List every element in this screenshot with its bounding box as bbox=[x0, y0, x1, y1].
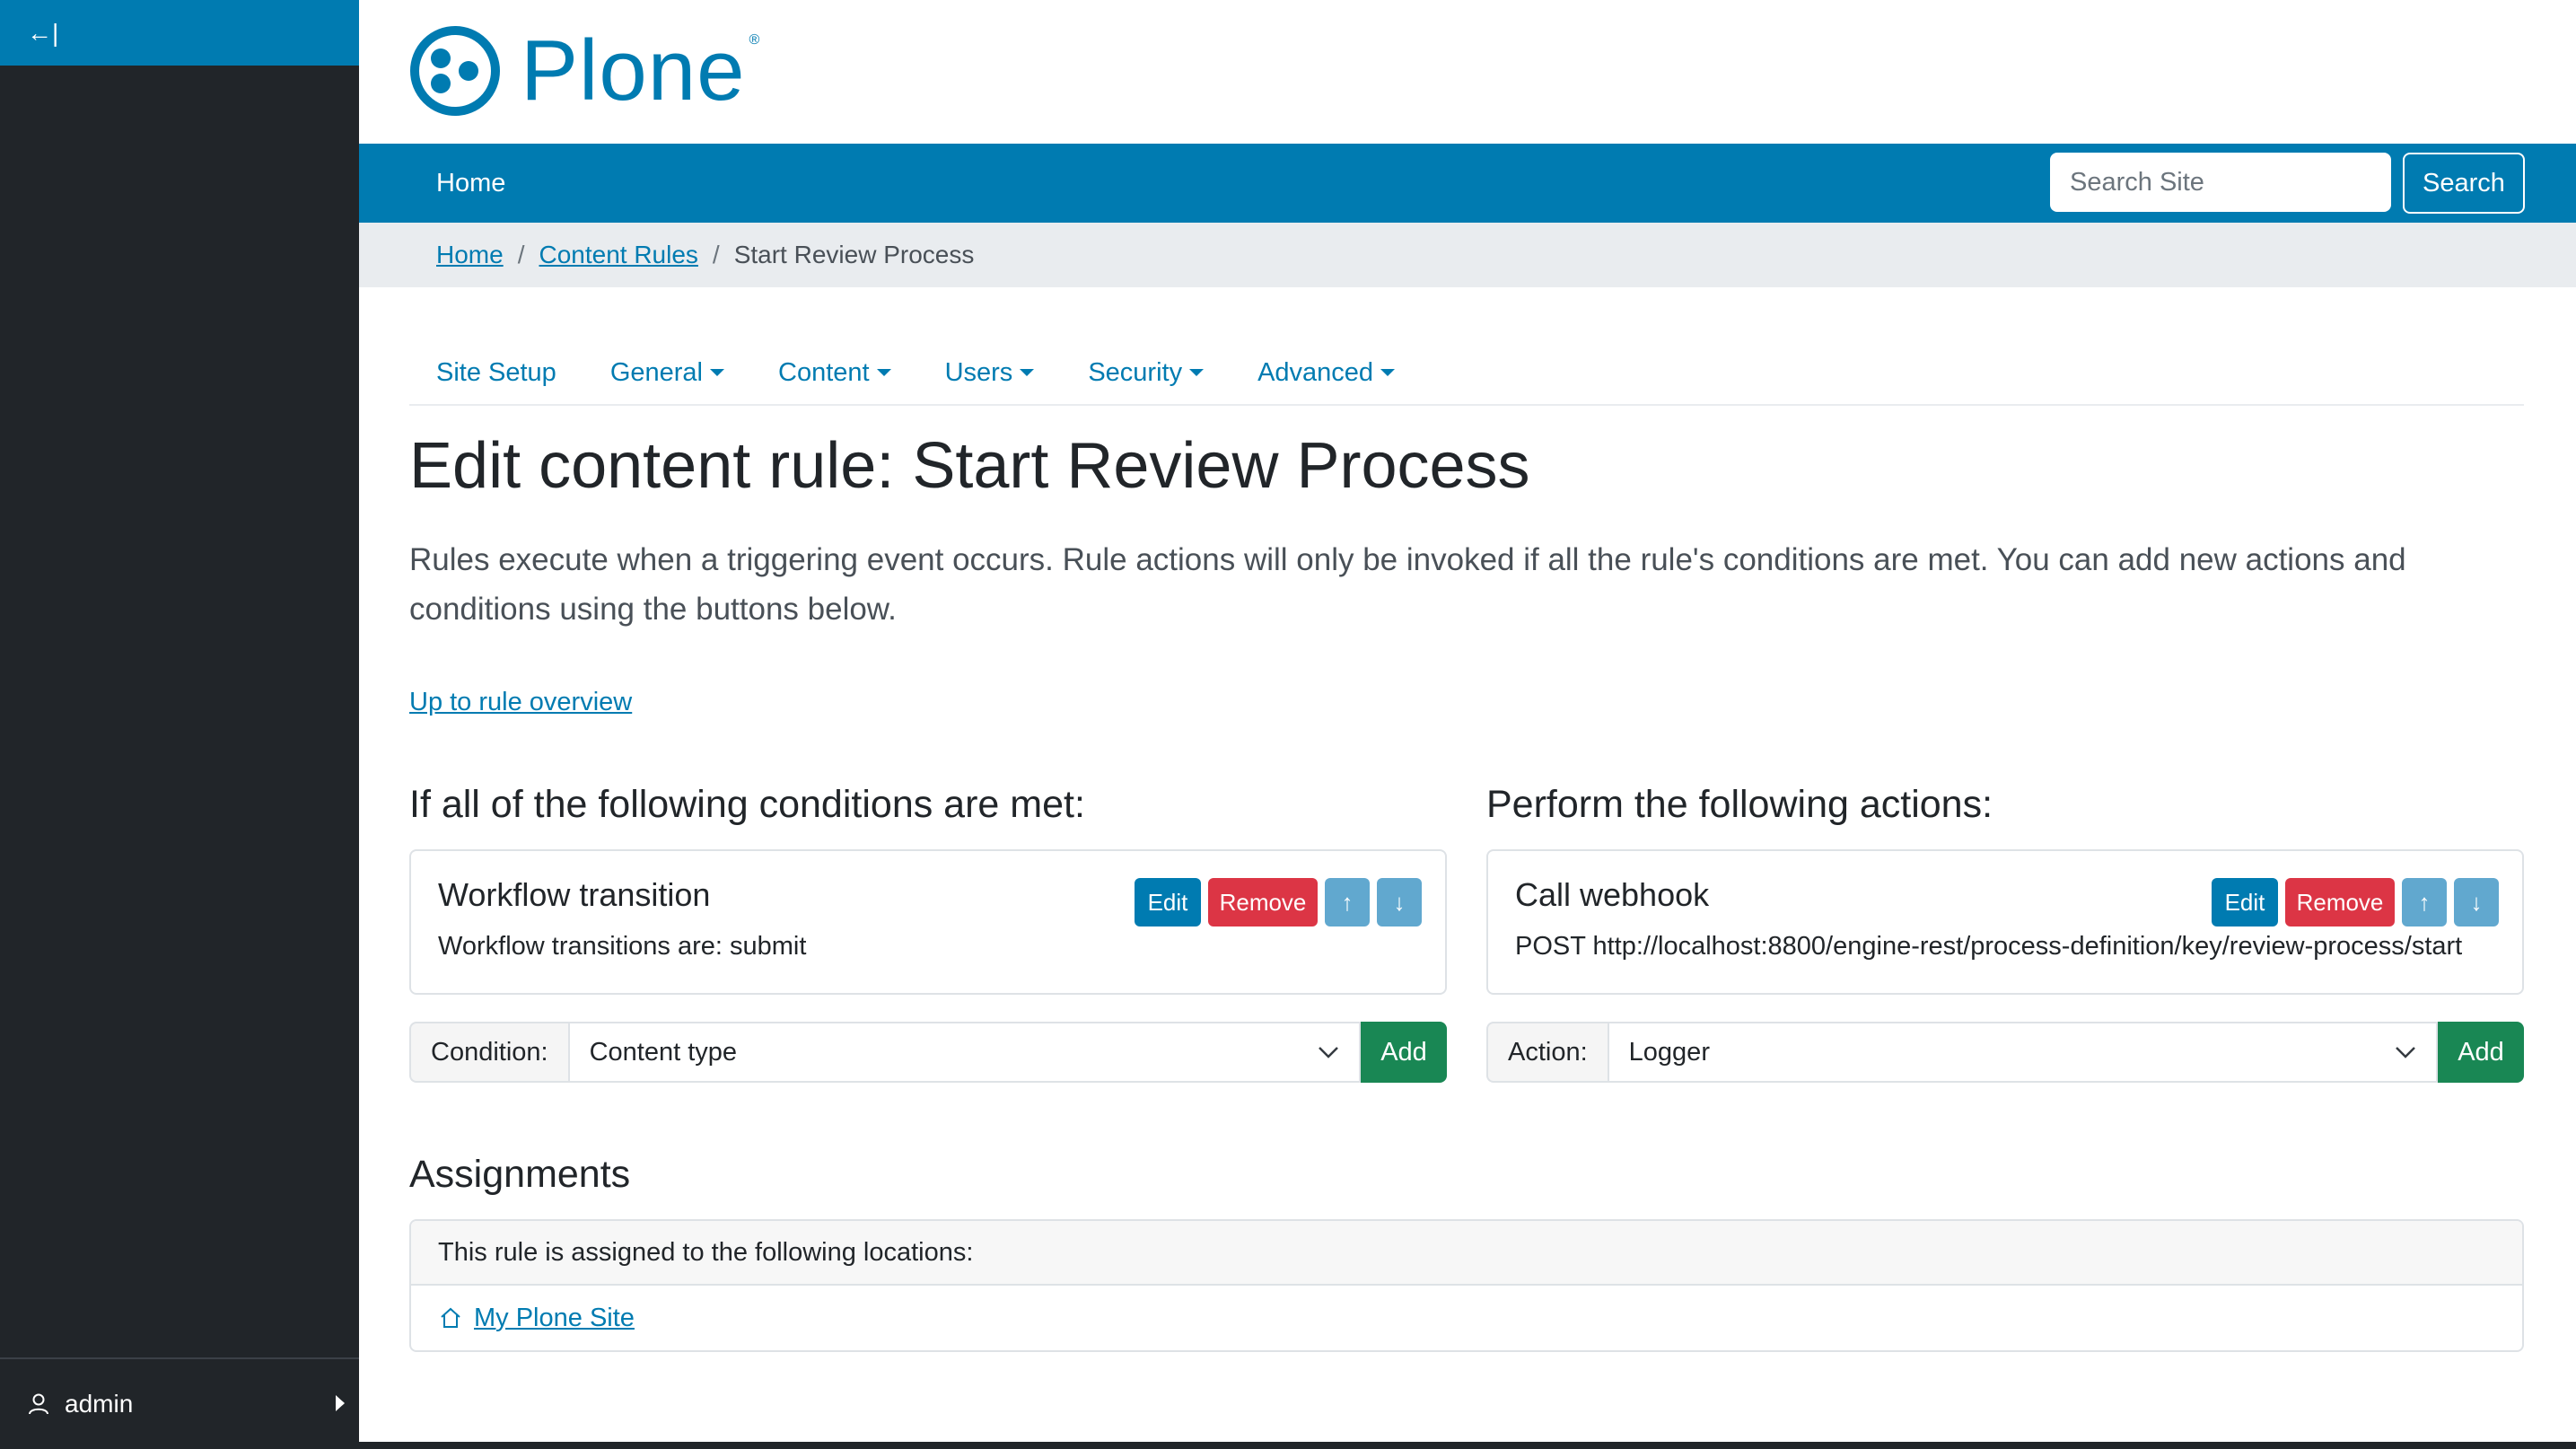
chevron-down-icon bbox=[2396, 1047, 2415, 1058]
breadcrumb-separator: / bbox=[517, 241, 525, 268]
search-button[interactable]: Search bbox=[2403, 153, 2525, 214]
action-edit-button[interactable]: Edit bbox=[2212, 878, 2278, 926]
assignment-location-link[interactable]: My Plone Site bbox=[474, 1304, 635, 1333]
logo-wordmark: Plone bbox=[521, 22, 746, 119]
condition-type-select[interactable]: Content type bbox=[567, 1022, 1361, 1083]
action-type-select[interactable]: Logger bbox=[1607, 1022, 2438, 1083]
conditions-heading: If all of the following conditions are m… bbox=[409, 783, 1085, 826]
page-description: Rules execute when a triggering event oc… bbox=[409, 542, 2406, 627]
action-card: Call webhook POST http://localhost:8800/… bbox=[1486, 849, 2524, 995]
setup-nav-label: General bbox=[609, 357, 703, 387]
caret-right-icon bbox=[336, 1395, 345, 1411]
caret-down-icon bbox=[1020, 369, 1035, 376]
plone-logo-icon bbox=[410, 26, 500, 116]
assignments-heading: Assignments bbox=[409, 1153, 631, 1196]
setup-nav-label: Security bbox=[1088, 357, 1183, 387]
setup-nav-label: Users bbox=[944, 357, 1013, 387]
user-name: admin bbox=[65, 1390, 134, 1418]
assignments-intro: This rule is assigned to the following l… bbox=[411, 1221, 2522, 1286]
action-remove-button[interactable]: Remove bbox=[2285, 878, 2395, 926]
condition-move-up-button[interactable]: ↑ bbox=[1325, 878, 1370, 926]
toolbar-user-menu[interactable]: admin bbox=[0, 1357, 359, 1449]
search-input[interactable] bbox=[2050, 153, 2391, 212]
setup-nav-advanced[interactable]: Advanced bbox=[1231, 358, 1422, 388]
site-logo[interactable]: Plone ® bbox=[409, 25, 759, 117]
condition-card: Workflow transition Workflow transitions… bbox=[409, 849, 1447, 995]
setup-nav-label: Site Setup bbox=[436, 357, 556, 387]
page-title: Edit content rule: Start Review Process bbox=[409, 430, 1530, 502]
assignments-card: This rule is assigned to the following l… bbox=[409, 1219, 2524, 1352]
toolbar-collapse-icon[interactable]: ←| bbox=[27, 20, 58, 46]
setup-nav-content[interactable]: Content bbox=[751, 358, 918, 388]
caret-down-icon bbox=[710, 369, 724, 376]
action-title: Call webhook bbox=[1515, 876, 1710, 913]
add-condition-button[interactable]: Add bbox=[1361, 1022, 1447, 1083]
condition-summary: Workflow transitions are: submit bbox=[438, 932, 807, 961]
bottom-divider bbox=[359, 1442, 2576, 1449]
user-icon bbox=[27, 1392, 50, 1416]
site-setup-nav: Site Setup General Content Users Securit… bbox=[409, 341, 2524, 406]
up-to-rule-overview-link[interactable]: Up to rule overview bbox=[409, 688, 632, 717]
caret-down-icon bbox=[1380, 369, 1396, 376]
logo-registered-mark: ® bbox=[749, 32, 760, 48]
add-action-button[interactable]: Add bbox=[2438, 1022, 2524, 1083]
condition-remove-button[interactable]: Remove bbox=[1208, 878, 1318, 926]
setup-nav-label: Advanced bbox=[1257, 357, 1374, 387]
condition-select-value: Content type bbox=[589, 1037, 738, 1067]
setup-nav-general[interactable]: General bbox=[583, 358, 751, 388]
setup-nav-security[interactable]: Security bbox=[1061, 358, 1231, 388]
action-move-up-button[interactable]: ↑ bbox=[2402, 878, 2447, 926]
caret-down-icon bbox=[1189, 369, 1205, 376]
caret-down-icon bbox=[876, 369, 891, 376]
setup-nav-label: Content bbox=[778, 357, 870, 387]
add-condition-form: Condition: Content type Add bbox=[409, 1022, 1447, 1083]
nav-home-link[interactable]: Home bbox=[436, 144, 505, 223]
action-select-value: Logger bbox=[1628, 1037, 1710, 1067]
condition-select-label: Condition: bbox=[409, 1022, 568, 1083]
plone-toolbar: ←| admin bbox=[0, 0, 359, 1449]
breadcrumb: Home / Content Rules / Start Review Proc… bbox=[359, 223, 2576, 287]
condition-title: Workflow transition bbox=[438, 876, 711, 913]
actions-heading: Perform the following actions: bbox=[1486, 783, 1993, 826]
condition-edit-button[interactable]: Edit bbox=[1135, 878, 1201, 926]
breadcrumb-content-rules[interactable]: Content Rules bbox=[539, 241, 697, 269]
assignment-location: My Plone Site bbox=[411, 1286, 2522, 1350]
action-move-down-button[interactable]: ↓ bbox=[2454, 878, 2499, 926]
breadcrumb-current: Start Review Process bbox=[733, 241, 975, 268]
global-navigation: Home Search bbox=[359, 144, 2576, 223]
main-area: Plone ® Home Search Home / Content Rules… bbox=[359, 0, 2576, 1449]
add-action-form: Action: Logger Add bbox=[1486, 1022, 2524, 1083]
action-summary: POST http://localhost:8800/engine-rest/p… bbox=[1515, 932, 2463, 961]
breadcrumb-home[interactable]: Home bbox=[436, 241, 504, 269]
setup-nav-users[interactable]: Users bbox=[918, 358, 1062, 388]
chevron-down-icon bbox=[1319, 1047, 1338, 1058]
action-select-label: Action: bbox=[1486, 1022, 1608, 1083]
setup-nav-site-setup[interactable]: Site Setup bbox=[409, 358, 583, 388]
toolbar-header: ←| bbox=[0, 0, 359, 66]
breadcrumb-separator: / bbox=[712, 241, 720, 268]
home-icon bbox=[441, 1307, 460, 1328]
condition-move-down-button[interactable]: ↓ bbox=[1377, 878, 1422, 926]
